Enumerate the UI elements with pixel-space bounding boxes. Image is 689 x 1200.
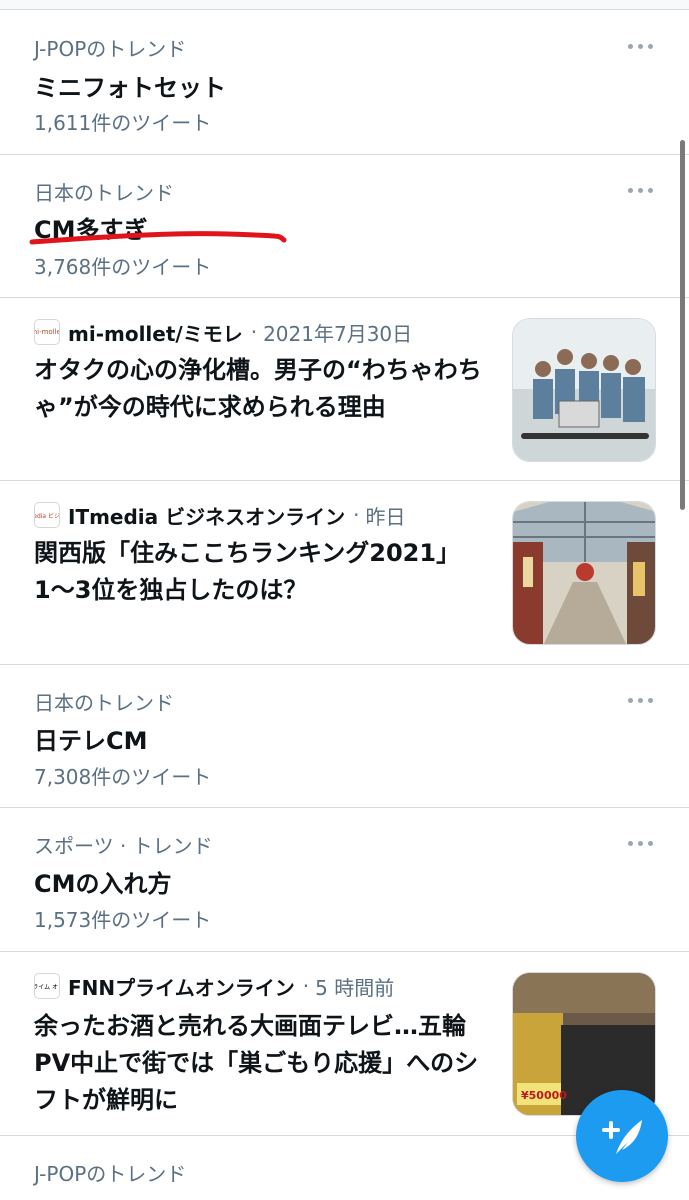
news-thumbnail <box>512 318 656 462</box>
source-logo: ITmedia ビジネス <box>34 502 60 528</box>
trend-item[interactable]: 日本のトレンド 日テレCM 7,308件のツイート <box>0 665 689 808</box>
news-headline: 余ったお酒と売れる大画面テレビ…五輪PV中止で街では「巣ごもり応援」へのシフトが… <box>34 1012 479 1114</box>
news-time: 5 時間前 <box>315 975 395 1000</box>
tweet-count: 1,611件のツイート <box>34 111 212 135</box>
trend-context: J-POPのトレンド <box>34 37 187 61</box>
more-dots-icon[interactable] <box>626 41 656 51</box>
thumbnail-price-text: ¥50000 <box>521 1089 567 1102</box>
source-logo: FNN プライム オンライン <box>34 973 60 999</box>
trend-name: ミニフォトセット <box>34 74 226 102</box>
separator-dot: · <box>250 320 258 344</box>
news-time: 2021年7月30日 <box>263 321 413 346</box>
tweet-count: 7,308件のツイート <box>34 765 212 789</box>
scrollbar[interactable] <box>680 140 685 510</box>
source-logo: mi-mollet <box>34 319 60 345</box>
more-dots-icon[interactable] <box>626 185 656 195</box>
more-dots-icon[interactable] <box>626 838 656 848</box>
source-logo-text: ITmedia ビジネス <box>34 512 60 520</box>
more-dots-icon[interactable] <box>626 695 656 705</box>
tweet-count: 3,768件のツイート <box>34 255 212 279</box>
source-name: FNNプライムオンライン <box>68 975 295 1000</box>
source-logo-text: FNN プライム オンライン <box>35 983 59 991</box>
trend-context: 日本のトレンド <box>34 691 174 715</box>
news-headline: オタクの心の浄化槽。男子の“わちゃわちゃ”が今の時代に求められる理由 <box>34 356 482 421</box>
trend-context: J-POPのトレンド <box>34 1162 187 1186</box>
trend-item[interactable]: スポーツ · トレンド CMの入れ方 1,573件のツイート <box>0 808 689 952</box>
source-logo-text: mi-mollet <box>35 328 59 336</box>
news-item[interactable]: mi-mollet mi-mollet/ミモレ · 2021年7月30日 オタク… <box>0 298 689 481</box>
news-source: ITmedia ビジネス ITmedia ビジネスオンライン · 昨日 <box>34 501 405 529</box>
trend-item[interactable]: 日本のトレンド CM多すぎ 3,768件のツイート <box>0 155 689 298</box>
news-item[interactable]: ITmedia ビジネス ITmedia ビジネスオンライン · 昨日 関西版「… <box>0 481 689 665</box>
news-thumbnail <box>512 501 656 645</box>
news-source: FNN プライム オンライン FNNプライムオンライン · 5 時間前 <box>34 972 394 1000</box>
trend-context: 日本のトレンド <box>34 181 174 205</box>
trend-item[interactable]: J-POPのトレンド ミニフォトセット 1,611件のツイート <box>0 10 689 155</box>
red-underline-annotation <box>29 231 287 245</box>
news-time: 昨日 <box>365 504 406 529</box>
compose-button[interactable] <box>576 1090 668 1182</box>
separator-dot: · <box>302 974 310 998</box>
source-name: mi-mollet/ミモレ <box>68 321 243 346</box>
tweet-count: 1,573件のツイート <box>34 908 212 932</box>
trend-name: 日テレCM <box>34 727 148 755</box>
news-source: mi-mollet mi-mollet/ミモレ · 2021年7月30日 <box>34 318 412 346</box>
news-headline: 関西版「住みここちランキング2021」1〜3位を独占したのは？ <box>34 539 461 604</box>
trend-context: スポーツ · トレンド <box>34 834 213 858</box>
compose-feather-icon <box>602 1120 642 1154</box>
separator-dot: · <box>353 503 360 527</box>
source-name: ITmedia ビジネスオンライン <box>68 504 346 529</box>
trend-name: CMの入れ方 <box>34 870 172 898</box>
top-divider <box>0 0 689 10</box>
